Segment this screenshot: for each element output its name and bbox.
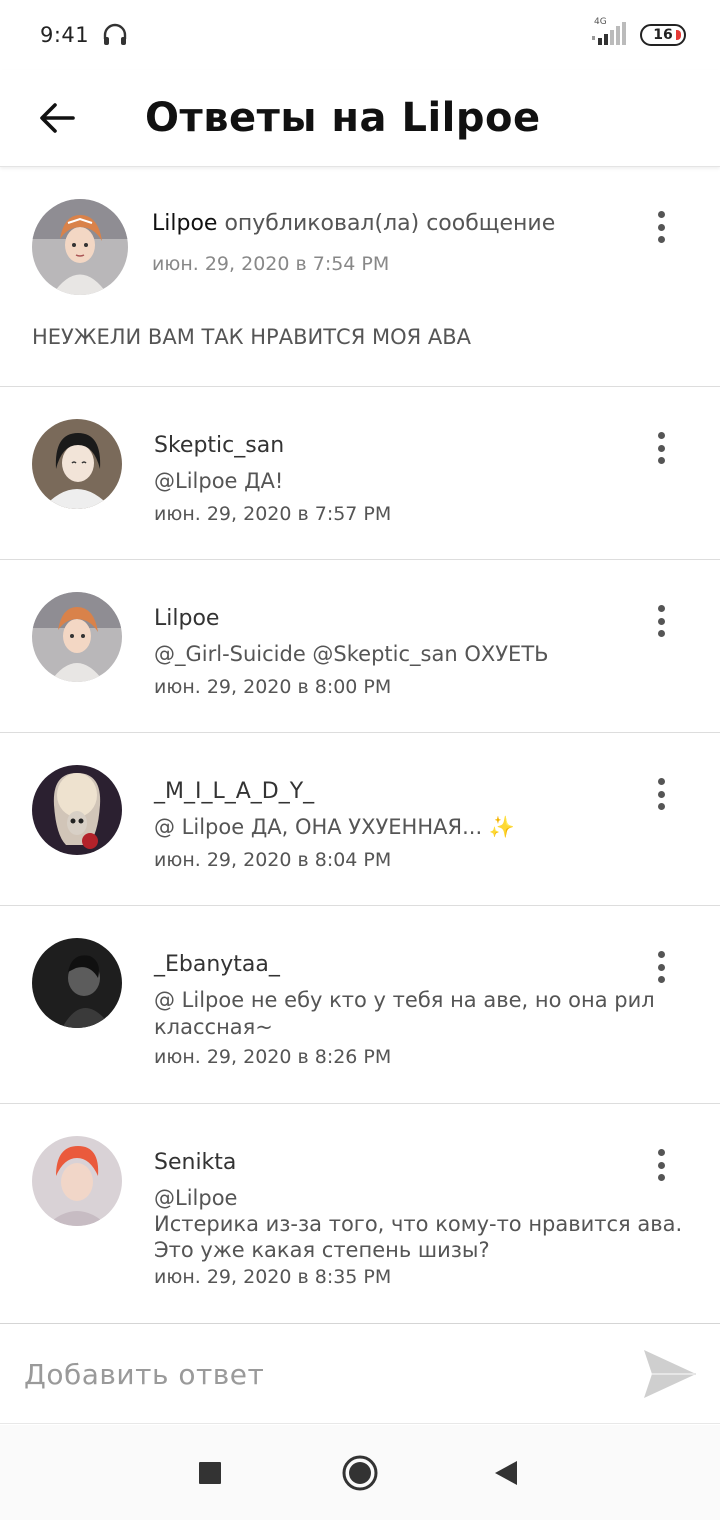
reply-author[interactable]: Senikta <box>154 1150 236 1175</box>
reply-more-button[interactable] <box>646 774 676 814</box>
circle-icon <box>342 1455 378 1491</box>
post-action: опубликовал(ла) сообщение <box>217 211 556 236</box>
post-header: Lilpoe опубликовал(ла) сообщение <box>152 211 555 236</box>
reply-date: июн. 29, 2020 в 8:00 PM <box>154 676 392 698</box>
post-date: июн. 29, 2020 в 7:54 PM <box>152 253 390 275</box>
post-more-button[interactable] <box>646 207 676 247</box>
more-vertical-icon <box>657 432 665 439</box>
home-button[interactable] <box>338 1451 382 1495</box>
reply-date: июн. 29, 2020 в 8:35 PM <box>154 1266 392 1288</box>
avatar[interactable] <box>32 938 122 1028</box>
avatar[interactable] <box>32 765 122 855</box>
avatar[interactable] <box>32 419 122 509</box>
post-text: НЕУЖЕЛИ ВАМ ТАК НРАВИТСЯ МОЯ АВА <box>32 325 472 349</box>
battery-indicator: 16 <box>640 24 686 46</box>
list-item: Senikta @Lilpoe Истерика из-за того, что… <box>0 1104 720 1323</box>
status-indicators: 4G 16 <box>590 17 686 49</box>
reply-author[interactable]: _M_I_L_A_D_Y_ <box>154 779 314 804</box>
list-item: _Ebanytaa_ @ Lilpoe не ебу кто у тебя на… <box>0 906 720 1104</box>
more-vertical-icon <box>657 1149 665 1156</box>
reply-text: @_Girl-Suicide @Skeptic_san ОХУЕТЬ <box>154 642 549 666</box>
reply-author[interactable]: Skeptic_san <box>154 433 284 458</box>
more-vertical-icon <box>657 605 665 612</box>
original-post: Lilpoe опубликовал(ла) сообщение июн. 29… <box>0 167 720 387</box>
headphones-icon <box>103 23 127 45</box>
more-vertical-icon <box>657 778 665 785</box>
nav-back-button[interactable] <box>484 1451 528 1495</box>
battery-level: 16 <box>653 27 673 43</box>
system-nav-bar <box>0 1425 720 1520</box>
more-vertical-icon <box>657 951 665 958</box>
reply-input[interactable] <box>24 1352 614 1396</box>
avatar[interactable] <box>32 199 128 295</box>
list-item: Skeptic_san @Lilpoe ДА! июн. 29, 2020 в … <box>0 387 720 560</box>
reply-date: июн. 29, 2020 в 8:04 PM <box>154 849 392 871</box>
send-icon <box>644 1350 696 1398</box>
reply-date: июн. 29, 2020 в 7:57 PM <box>154 503 392 525</box>
signal-icon: 4G <box>590 17 630 49</box>
recents-button[interactable] <box>188 1451 232 1495</box>
replies-list: Lilpoe опубликовал(ла) сообщение июн. 29… <box>0 167 720 1323</box>
status-bar: 9:41 4G 16 <box>0 0 720 70</box>
reply-text: @Lilpoe ДА! <box>154 469 284 493</box>
reply-more-button[interactable] <box>646 1145 676 1185</box>
avatar[interactable] <box>32 1136 122 1226</box>
reply-date: июн. 29, 2020 в 8:26 PM <box>154 1046 392 1068</box>
reply-more-button[interactable] <box>646 428 676 468</box>
arrow-left-icon <box>40 103 75 133</box>
back-button[interactable] <box>27 88 87 148</box>
reply-author[interactable]: Lilpoe <box>154 606 219 631</box>
avatar[interactable] <box>32 592 122 682</box>
page-title: Ответы на Lilpoe <box>145 95 541 141</box>
list-item: Lilpoe @_Girl-Suicide @Skeptic_san ОХУЕТ… <box>0 560 720 733</box>
reply-more-button[interactable] <box>646 947 676 987</box>
status-time: 9:41 <box>40 23 90 47</box>
more-vertical-icon <box>657 211 665 218</box>
send-button[interactable] <box>640 1346 700 1402</box>
reply-text: @ Lilpoe не ебу кто у тебя на аве, но он… <box>154 988 655 1039</box>
reply-text: @ Lilpoe ДА, ОНА УХУЕННАЯ... ✨ <box>154 815 515 839</box>
list-item: _M_I_L_A_D_Y_ @ Lilpoe ДА, ОНА УХУЕННАЯ.… <box>0 733 720 906</box>
network-type: 4G <box>594 17 607 27</box>
reply-more-button[interactable] <box>646 601 676 641</box>
reply-text: @Lilpoe Истерика из-за того, что кому-то… <box>154 1186 683 1262</box>
post-author[interactable]: Lilpoe <box>152 211 217 236</box>
app-bar: Ответы на Lilpoe <box>0 70 720 167</box>
square-icon <box>199 1462 221 1484</box>
reply-composer <box>0 1323 720 1424</box>
triangle-back-icon <box>495 1461 517 1485</box>
reply-author[interactable]: _Ebanytaa_ <box>154 952 280 977</box>
